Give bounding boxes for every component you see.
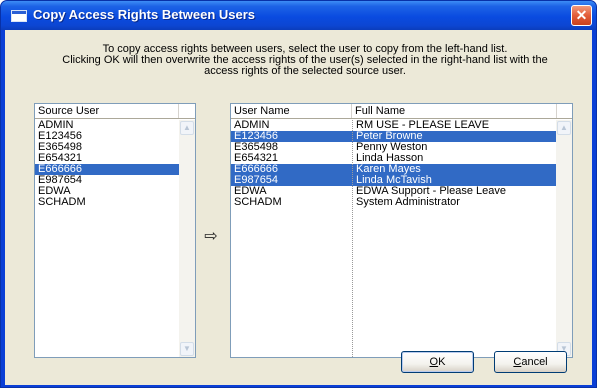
full-name-cell: RM USE - PLEASE LEAVE (356, 120, 490, 131)
source-list-rows: ADMIN E123456 E365498 E654321 E666666 E987654… (35, 120, 179, 208)
full-name-cell: Karen Mayes (356, 164, 421, 175)
target-list-row[interactable]: E123456 Peter Browne (231, 131, 556, 142)
user-name-column-header[interactable]: User Name (231, 104, 352, 118)
target-list-row[interactable]: E987654 Linda McTavish (231, 175, 556, 186)
copy-arrow-icon: ⇨ (204, 228, 218, 245)
instructions-line-3: access rights of the selected source use… (204, 65, 406, 77)
target-list-row[interactable]: E365498 Penny Weston (231, 142, 556, 153)
ok-mnemonic: O (429, 356, 439, 368)
source-user-id: EDWA (38, 186, 71, 197)
target-list-row[interactable]: ADMIN RM USE - PLEASE LEAVE (231, 120, 556, 131)
source-list-item[interactable]: E666666 (35, 164, 179, 175)
full-name-cell: EDWA Support - Please Leave (356, 186, 507, 197)
source-list-item[interactable]: E365498 (35, 142, 179, 153)
target-user-list[interactable]: User Name Full Name ADMIN RM USE - PLEASE… (230, 103, 573, 358)
source-user-id: E654321 (38, 153, 83, 164)
user-name-cell: E666666 (234, 164, 279, 175)
user-name-cell: E123456 (234, 131, 279, 142)
user-name-cell: SCHADM (234, 197, 282, 208)
scroll-down-icon[interactable]: ▼ (180, 342, 194, 356)
source-user-id: E666666 (38, 164, 83, 175)
ok-button[interactable]: OK (401, 351, 474, 373)
full-name-cell: Peter Browne (356, 131, 423, 142)
source-list-item[interactable]: ADMIN (35, 120, 179, 131)
user-name-cell: EDWA (234, 186, 267, 197)
user-name-cell: E365498 (234, 142, 279, 153)
target-list-scrollbar[interactable]: ▲ ▼ (556, 120, 572, 357)
scroll-up-icon[interactable]: ▲ (180, 121, 194, 135)
source-list-header: Source User (35, 104, 195, 119)
cancel-label-rest: ancel (521, 356, 548, 368)
source-user-list[interactable]: Source User ADMIN E123456 E365498 E654321 E6… (34, 103, 196, 358)
target-list-rows: ADMIN RM USE - PLEASE LEAVE E123456 Peter B… (231, 120, 556, 208)
target-list-row[interactable]: E654321 Linda Hasson (231, 153, 556, 164)
target-list-row[interactable]: SCHADM System Administrator (231, 197, 556, 208)
source-user-id: E123456 (38, 131, 83, 142)
ok-label-rest: K (438, 356, 446, 368)
source-user-id: ADMIN (38, 120, 74, 131)
cancel-button[interactable]: Cancel (494, 351, 567, 373)
full-name-cell: Penny Weston (356, 142, 428, 153)
window-title: Copy Access Rights Between Users (33, 7, 256, 22)
source-list-item[interactable]: E987654 (35, 175, 179, 186)
target-list-row[interactable]: EDWA EDWA Support - Please Leave (231, 186, 556, 197)
user-name-cell: ADMIN (234, 120, 270, 131)
dialog-body: To copy access rights between users, sel… (5, 30, 592, 385)
source-user-id: E365498 (38, 142, 83, 153)
window-icon (11, 10, 27, 22)
scroll-up-icon[interactable]: ▲ (557, 121, 571, 135)
target-list-header: User Name Full Name (231, 104, 572, 119)
source-user-id: SCHADM (38, 197, 86, 208)
full-name-cell: System Administrator (356, 197, 460, 208)
title-bar[interactable]: Copy Access Rights Between Users ✕ (1, 1, 596, 30)
user-name-cell: E654321 (234, 153, 279, 164)
source-user-column-header[interactable]: Source User (35, 104, 179, 118)
close-button[interactable]: ✕ (571, 5, 592, 26)
source-list-item[interactable]: EDWA (35, 186, 179, 197)
column-divider (352, 120, 353, 357)
source-list-item[interactable]: SCHADM (35, 197, 179, 208)
instructions-text: To copy access rights between users, sel… (35, 44, 575, 77)
target-list-row[interactable]: E666666 Karen Mayes (231, 164, 556, 175)
full-name-cell: Linda McTavish (356, 175, 432, 186)
source-list-scrollbar[interactable]: ▲ ▼ (179, 120, 195, 357)
user-name-cell: E987654 (234, 175, 279, 186)
full-name-cell: Linda Hasson (356, 153, 424, 164)
source-list-item[interactable]: E123456 (35, 131, 179, 142)
copy-access-rights-dialog: Copy Access Rights Between Users ✕ To co… (0, 0, 597, 388)
full-name-column-header[interactable]: Full Name (352, 104, 557, 118)
source-user-id: E987654 (38, 175, 83, 186)
source-list-item[interactable]: E654321 (35, 153, 179, 164)
